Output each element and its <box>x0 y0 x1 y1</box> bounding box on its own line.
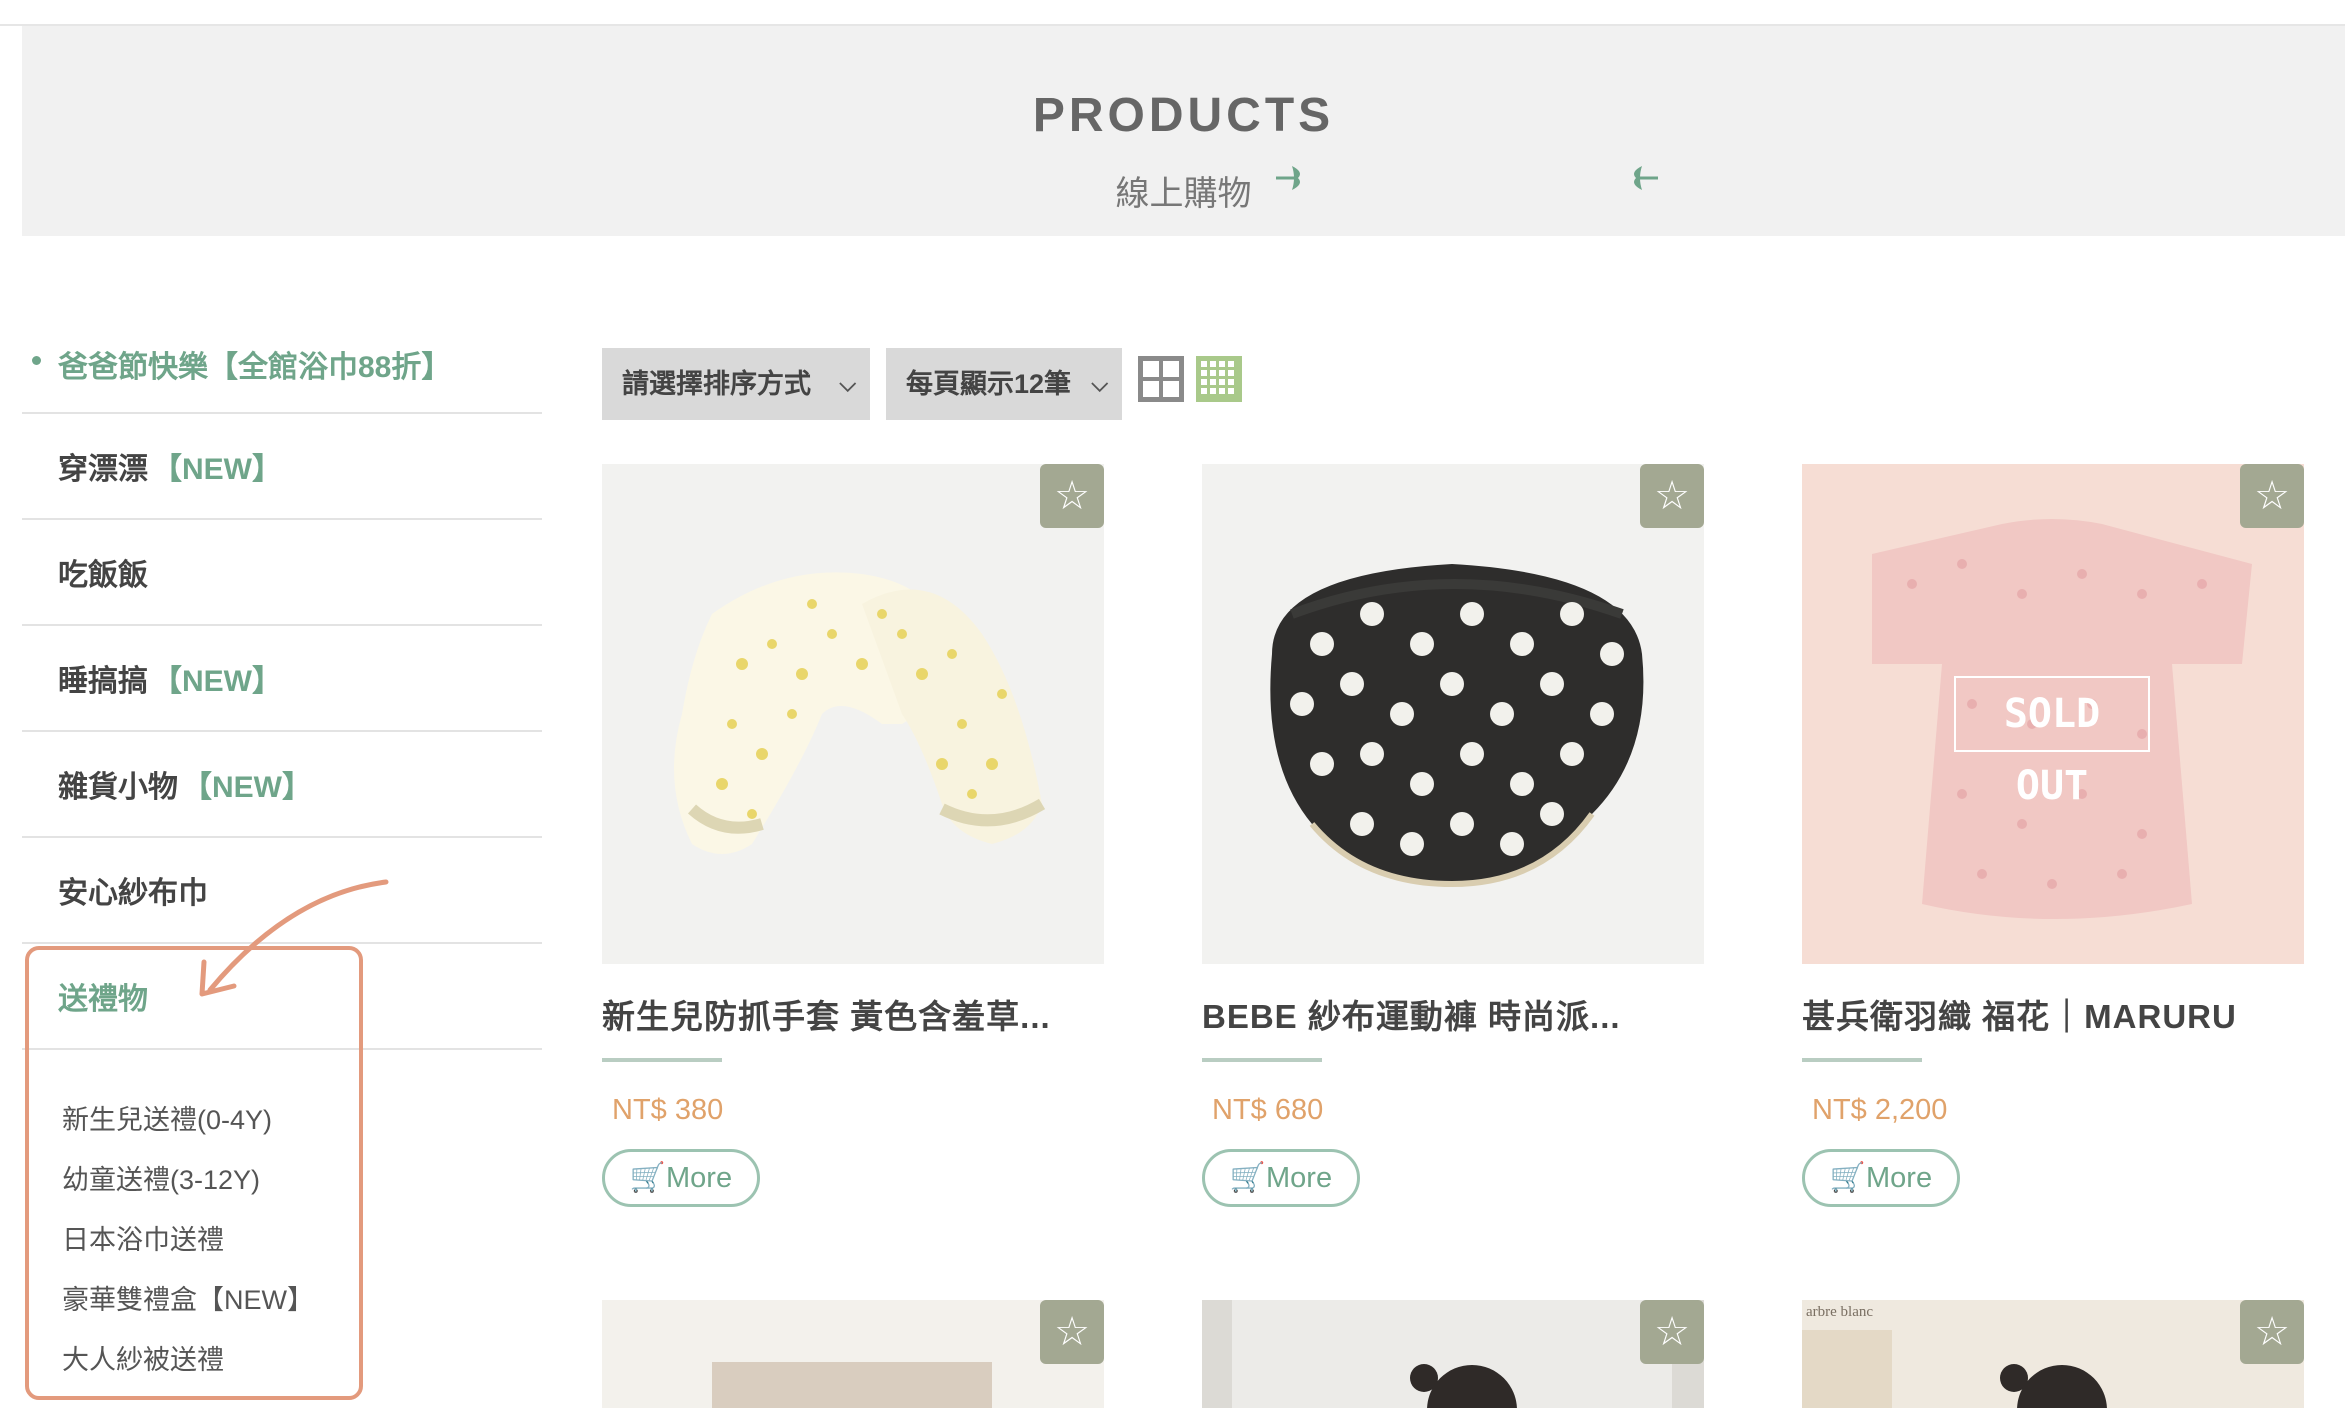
favorite-button[interactable]: ☆ <box>1640 1300 1704 1364</box>
sidebar-item-eat[interactable]: 吃飯飯 <box>22 520 542 626</box>
product-price: NT$ 380 <box>612 1094 724 1126</box>
product-image[interactable]: arbre blanc ☆ <box>1802 1300 2304 1408</box>
product-card[interactable]: ☆ <box>602 1300 1104 1408</box>
more-button-label: More <box>666 1162 733 1194</box>
gift-box-image <box>712 1362 992 1408</box>
more-button[interactable]: 🛒More <box>602 1149 760 1207</box>
top-border <box>0 0 2345 26</box>
star-icon: ☆ <box>1054 474 1090 518</box>
polka-dot-bloomers-image <box>1270 564 1644 888</box>
more-button[interactable]: 🛒More <box>1802 1149 1960 1207</box>
new-tag: 【NEW】 <box>152 665 282 698</box>
chevron-down-icon: ⌵ <box>1091 371 1108 396</box>
divider <box>1202 1058 1322 1062</box>
product-image[interactable]: SOLD OUT ☆ <box>1802 464 2304 964</box>
page-subtitle: 線上購物 <box>1115 175 1252 213</box>
chevron-down-icon: ⌵ <box>839 371 856 396</box>
star-icon: ☆ <box>2254 1310 2290 1354</box>
product-card[interactable]: ☆ <box>1202 1300 1704 1408</box>
per-page-select[interactable]: 每頁顯示12筆 ⌵ <box>886 348 1122 420</box>
favorite-button[interactable]: ☆ <box>1040 1300 1104 1364</box>
product-image[interactable]: ☆ <box>1202 464 1704 964</box>
more-button[interactable]: 🛒More <box>1202 1149 1360 1207</box>
sidebar-item-dress[interactable]: 穿漂漂 【NEW】 <box>22 414 542 520</box>
sidebar-item-label: 吃飯飯 <box>58 559 148 592</box>
bullet-icon <box>32 356 41 365</box>
sidebar-item-label: 雜貨小物 <box>58 771 178 804</box>
page-banner: PRODUCTS 線上購物 <box>22 26 2345 236</box>
product-card[interactable]: ☆ 新生兒防抓手套 黃色含羞草... NT$ 380 🛒More <box>602 464 1104 1207</box>
new-tag: 【NEW】 <box>182 771 312 804</box>
child-photo-image <box>1802 1330 2107 1408</box>
product-image[interactable]: ☆ <box>602 1300 1104 1408</box>
per-page-select-label: 每頁顯示12筆 <box>906 369 1072 399</box>
star-icon: ☆ <box>2254 474 2290 518</box>
divider <box>602 1058 722 1062</box>
leaf-right-icon <box>1634 166 1658 190</box>
sidebar-item-label: 穿漂漂 <box>58 453 148 486</box>
cart-icon: 🛒 <box>629 1162 667 1194</box>
brand-label: arbre blanc <box>1806 1304 1874 1320</box>
cart-icon: 🛒 <box>1829 1162 1867 1194</box>
divider <box>1802 1058 1922 1062</box>
favorite-button[interactable]: ☆ <box>1640 464 1704 528</box>
annotation-arrow-icon <box>199 879 389 997</box>
sidebar-item-goods[interactable]: 雜貨小物 【NEW】 <box>22 732 542 838</box>
more-button-label: More <box>1266 1162 1333 1194</box>
product-card[interactable]: arbre blanc ☆ <box>1802 1300 2304 1408</box>
product-name[interactable]: 新生兒防抓手套 黃色含羞草... <box>602 990 1104 1038</box>
favorite-button[interactable]: ☆ <box>2240 464 2304 528</box>
baby-mitten-image <box>674 572 1046 854</box>
product-price: NT$ 680 <box>1212 1094 1324 1126</box>
product-name[interactable]: 甚兵衛羽織 福花｜MARURU <box>1802 990 2304 1038</box>
page-title: PRODUCTS <box>1032 89 1335 142</box>
product-image[interactable]: ☆ <box>1202 1300 1704 1408</box>
favorite-button[interactable]: ☆ <box>2240 1300 2304 1364</box>
sidebar-item-promo[interactable]: 爸爸節快樂【全館浴巾88折】 <box>22 322 542 414</box>
product-image[interactable]: ☆ <box>602 464 1104 964</box>
sidebar-item-label: 睡搞搞 <box>58 665 148 698</box>
star-icon: ☆ <box>1654 1310 1690 1354</box>
sidebar-item-sleep[interactable]: 睡搞搞 【NEW】 <box>22 626 542 732</box>
more-button-label: More <box>1866 1162 1933 1194</box>
product-card[interactable]: ☆ BEBE 紗布運動褲 時尚派... NT$ 680 🛒More <box>1202 464 1704 1207</box>
new-tag: 【NEW】 <box>152 453 282 486</box>
sold-out-badge: SOLD OUT <box>1954 676 2150 809</box>
sort-select[interactable]: 請選擇排序方式 ⌵ <box>602 348 870 420</box>
favorite-button[interactable]: ☆ <box>1040 464 1104 528</box>
star-icon: ☆ <box>1654 474 1690 518</box>
product-price: NT$ 2,200 <box>1812 1094 1948 1126</box>
sort-select-label: 請選擇排序方式 <box>622 369 811 399</box>
child-photo-image <box>1202 1300 1704 1408</box>
product-name[interactable]: BEBE 紗布運動褲 時尚派... <box>1202 990 1704 1038</box>
sidebar-item-label: 爸爸節快樂【全館浴巾88折】 <box>58 351 452 384</box>
grid-small-view-icon[interactable] <box>1196 356 1242 402</box>
star-icon: ☆ <box>1054 1310 1090 1354</box>
product-card[interactable]: SOLD OUT ☆ 甚兵衛羽織 福花｜MARURU NT$ 2,200 🛒Mo… <box>1802 464 2304 1207</box>
annotation-highlight-box <box>25 946 363 1400</box>
grid-large-view-icon[interactable] <box>1138 356 1184 402</box>
cart-icon: 🛒 <box>1229 1162 1267 1194</box>
